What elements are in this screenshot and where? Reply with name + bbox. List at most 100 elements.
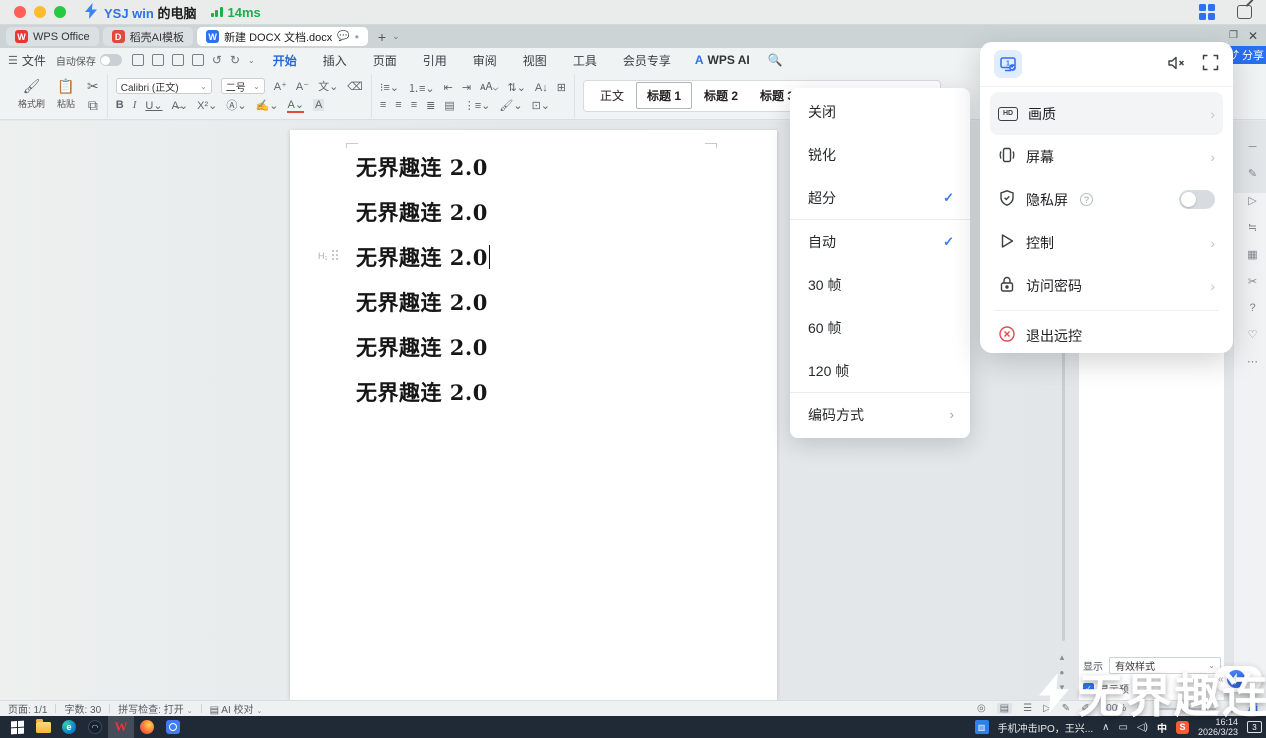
edit-pencil-icon[interactable]: ✐ xyxy=(1081,703,1089,714)
menu-item-60fps[interactable]: 60 帧 xyxy=(790,306,970,349)
privacy-screen-toggle[interactable] xyxy=(1179,190,1215,209)
ai-proofread[interactable]: ▤ AI 校对⌄ xyxy=(210,701,263,716)
superscript-icon[interactable]: X²⌄ xyxy=(197,99,217,112)
styles-filter-select[interactable]: 有效样式 ⌄ xyxy=(1109,657,1221,674)
tab-insert[interactable]: 插入 xyxy=(321,48,349,73)
menu-item-auto-fps[interactable]: 自动 ✓ xyxy=(790,220,970,263)
phonetic-guide-icon[interactable]: 文⌄ xyxy=(318,78,338,94)
style-heading2[interactable]: 标题 2 xyxy=(694,83,748,108)
tab-wps-home[interactable]: W WPS Office xyxy=(6,27,99,46)
window-close-button[interactable]: ✕ xyxy=(1248,29,1258,43)
style-heading1[interactable]: 标题 1 xyxy=(636,82,692,109)
panel-item-privacy-screen[interactable]: 隐私屏 ? xyxy=(990,178,1223,221)
shrink-font-icon[interactable]: A⁻ xyxy=(296,80,309,93)
doc-line[interactable]: 无界趣连 2.0 xyxy=(356,189,490,234)
remote-app-button[interactable] xyxy=(160,716,186,738)
page-view-icon[interactable]: ▤ xyxy=(997,703,1012,714)
tab-docer-templates[interactable]: D 稻壳AI模板 xyxy=(103,27,193,46)
print-icon[interactable] xyxy=(172,54,184,66)
numbering-icon[interactable]: ⒈≡⌄ xyxy=(408,80,435,96)
highlight-icon[interactable]: ✍⌄ xyxy=(256,99,279,112)
panel-item-access-password[interactable]: 访问密码 › xyxy=(990,264,1223,307)
undo-icon[interactable]: ↺ xyxy=(212,53,222,67)
doc-line[interactable]: 无界趣连 2.0 xyxy=(356,369,490,414)
doc-line[interactable]: 无界趣连 2.0 xyxy=(356,234,490,279)
align-left-icon[interactable]: ≡ xyxy=(380,99,386,111)
spellcheck-status[interactable]: 拼写检查: 打开⌄ xyxy=(118,701,192,716)
notification-center-button[interactable]: 3 xyxy=(1247,721,1262,733)
tab-review[interactable]: 审阅 xyxy=(471,48,499,73)
tab-page[interactable]: 页面 xyxy=(371,48,399,73)
play-mode-icon[interactable]: ▷ xyxy=(1043,703,1051,714)
doc-line[interactable]: 无界趣连 2.0 xyxy=(356,144,490,189)
wps-taskbar-button[interactable]: W xyxy=(108,716,134,738)
search-icon[interactable]: 🔍 xyxy=(768,53,783,67)
zoom-out-button[interactable]: − xyxy=(1137,703,1143,714)
tab-list-chevron-icon[interactable]: ⌄ xyxy=(392,31,400,42)
ai-assistant-icon[interactable]: Ai xyxy=(1248,703,1258,714)
tab-home[interactable]: 开始 xyxy=(271,48,299,73)
panel-item-exit-remote[interactable]: 退出远控 xyxy=(990,314,1223,357)
redo-chevron-icon[interactable]: ⌄ xyxy=(248,56,255,65)
fullscreen-icon[interactable] xyxy=(1202,54,1219,74)
increase-indent-icon[interactable]: ⇥ xyxy=(462,81,471,94)
tray-expand-icon[interactable]: ∧ xyxy=(1102,722,1109,733)
tab-view[interactable]: 视图 xyxy=(521,48,549,73)
char-shading-icon[interactable]: A xyxy=(313,99,324,111)
steam-button[interactable]: ◠ xyxy=(82,716,108,738)
annotate-pen-icon[interactable]: ✎ xyxy=(1248,167,1257,180)
menu-item-sharpen[interactable]: 锐化 xyxy=(790,133,970,176)
text-direction-icon[interactable]: 🗚⌄ xyxy=(480,81,498,94)
firefox-button[interactable] xyxy=(134,716,160,738)
new-tab-button[interactable]: + xyxy=(378,29,386,45)
clear-format-icon[interactable]: ⌫ xyxy=(347,80,363,93)
export-pdf-icon[interactable] xyxy=(152,54,164,66)
volume-icon[interactable]: ◁) xyxy=(1137,722,1148,733)
zoom-in-button[interactable]: ＋ xyxy=(1227,701,1237,716)
save-icon[interactable] xyxy=(132,54,144,66)
zoom-value[interactable]: 100% xyxy=(1101,703,1127,714)
taskbar-clock[interactable]: 16:14 2026/3/23 xyxy=(1198,717,1238,737)
panel-item-control[interactable]: 控制 › xyxy=(990,221,1223,264)
char-spacing-icon[interactable]: ⇅⌄ xyxy=(507,81,525,94)
select-cursor-icon[interactable]: ▷ xyxy=(1248,194,1256,207)
heading-drag-handle[interactable]: H₁ xyxy=(318,250,339,261)
tab-member[interactable]: 会员专享 xyxy=(621,48,673,73)
adjust-sliders-icon[interactable]: ≒ xyxy=(1248,221,1257,234)
question-circle-icon[interactable]: ? xyxy=(1080,193,1093,206)
redo-icon[interactable]: ↻ xyxy=(230,53,240,67)
autosave-toggle[interactable] xyxy=(100,54,122,66)
style-normal[interactable]: 正文 xyxy=(590,83,634,108)
menu-item-encoding[interactable]: 编码方式 › xyxy=(790,393,970,436)
feedback-icon[interactable]: ♡ xyxy=(1248,328,1258,341)
distribute-icon[interactable]: ▤ xyxy=(444,99,454,112)
compose-icon[interactable] xyxy=(1237,5,1252,19)
shading-icon[interactable]: 🖌⌄ xyxy=(499,99,522,112)
paste-button[interactable]: 📋 粘贴 xyxy=(57,78,75,110)
tab-tools[interactable]: 工具 xyxy=(571,48,599,73)
menu-item-120fps[interactable]: 120 帧 xyxy=(790,349,970,392)
show-marks-icon[interactable]: ⊞ xyxy=(557,81,566,94)
help-icon[interactable]: ? xyxy=(1249,302,1255,314)
bold-icon[interactable]: B xyxy=(116,99,124,111)
prev-page-button[interactable]: ▲ xyxy=(1058,653,1066,662)
panel-item-quality[interactable]: HD 画质 › xyxy=(990,92,1223,135)
grow-font-icon[interactable]: A⁺ xyxy=(274,80,287,93)
copy-icon[interactable]: ⧉ xyxy=(88,97,98,114)
preview-checkbox[interactable]: ✓ xyxy=(1083,683,1094,694)
line-spacing-icon[interactable]: ⋮≡⌄ xyxy=(464,99,491,112)
start-button[interactable] xyxy=(4,716,30,738)
news-ticker[interactable]: 手机冲击IPO，王兴... xyxy=(998,720,1094,735)
browse-object-button[interactable]: ● xyxy=(1060,668,1065,677)
cut-icon[interactable]: ✂ xyxy=(87,78,99,95)
menu-item-close[interactable]: 关闭 xyxy=(790,90,970,133)
panel-item-screen[interactable]: 屏幕 › xyxy=(990,135,1223,178)
outline-view-icon[interactable]: ☰ xyxy=(1023,703,1032,714)
more-icon[interactable]: ⋯ xyxy=(1247,355,1258,368)
sogou-ime-icon[interactable]: S xyxy=(1176,721,1189,734)
grid-menu-icon[interactable] xyxy=(1199,4,1215,20)
font-name-combo[interactable]: Calibri (正文)⌄ xyxy=(116,78,212,94)
ink-pen-icon[interactable]: ✎ xyxy=(1062,703,1070,714)
doc-line[interactable]: 无界趣连 2.0 xyxy=(356,279,490,324)
assistant-pill[interactable]: « xyxy=(1214,666,1262,692)
